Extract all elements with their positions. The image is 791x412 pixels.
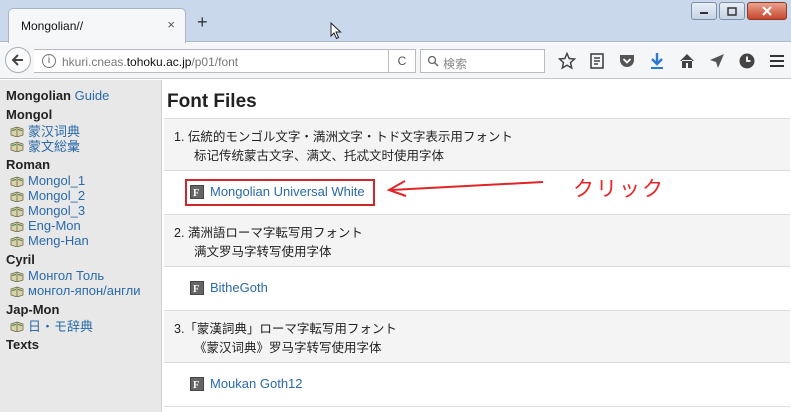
minimize-button[interactable]	[691, 2, 717, 20]
dictionary-book-icon	[10, 320, 24, 333]
sidebar-title-text: Mongolian	[6, 88, 71, 103]
description-line: 《蒙汉词典》罗马字转写使用字体	[194, 341, 382, 355]
sidebar-item-label: 蒙文総彙	[28, 139, 81, 154]
minimize-icon	[700, 12, 708, 14]
home-icon[interactable]	[677, 51, 697, 71]
description-line: 标记传统蒙古文字、满文、托忒文时使用字体	[194, 149, 445, 163]
highlight-box	[185, 179, 375, 206]
pocket-icon[interactable]	[617, 51, 637, 71]
menu-icon[interactable]	[767, 51, 787, 71]
address-bar[interactable]: i hkuri.cneas.tohoku.ac.jp/p01/font	[34, 49, 414, 73]
tab-mongolian[interactable]: Mongolian// ×	[8, 8, 186, 43]
description-line: 2. 満洲語ローマ字転写用フォント	[174, 226, 363, 240]
font-link-row: F Moukan Goth12	[164, 363, 790, 407]
reload-button[interactable]: C	[388, 49, 416, 73]
sidebar-item[interactable]: 蒙文総彙	[6, 138, 161, 154]
font-file-icon: F	[190, 280, 204, 295]
new-tab-button[interactable]: +	[197, 12, 208, 33]
search-icon	[427, 55, 439, 67]
font-description-row: 1. 伝統的モンゴル文字・満洲文字・トド文字表示用フォント标记传统蒙古文字、满文…	[164, 119, 790, 171]
callout-arrow-icon	[386, 180, 544, 197]
dictionary-book-icon	[10, 140, 24, 153]
navigation-bar: i hkuri.cneas.tohoku.ac.jp/p01/font C 検索	[0, 43, 791, 79]
tab-bar: Mongolian// × +	[0, 0, 791, 43]
toolbar-icons	[557, 51, 787, 71]
svg-text:F: F	[193, 284, 199, 295]
dictionary-book-icon	[10, 270, 24, 283]
url-path: /p01/font	[191, 55, 239, 69]
page-title: Font Files	[167, 91, 257, 112]
send-icon[interactable]	[707, 51, 727, 71]
mouse-cursor-icon	[330, 22, 342, 40]
dictionary-book-icon	[10, 235, 24, 248]
sidebar-item-label: Eng-Mon	[28, 218, 81, 233]
sidebar-item-label: Mongol_1	[28, 173, 86, 188]
sidebar-item[interactable]: монгол-япон/англи	[6, 283, 161, 298]
sidebar-item[interactable]: Mongol_3	[6, 203, 161, 218]
download-icon[interactable]	[647, 51, 667, 71]
font-table: 1. 伝統的モンゴル文字・満洲文字・トド文字表示用フォント标记传统蒙古文字、满文…	[164, 118, 790, 407]
description-line: 满文罗马字转写使用字体	[194, 245, 332, 259]
url-text: hkuri.cneas.tohoku.ac.jp/p01/font	[62, 55, 238, 69]
url-host: tohoku.ac.jp	[126, 55, 192, 69]
back-button[interactable]	[5, 47, 31, 73]
svg-text:F: F	[193, 380, 199, 391]
search-box[interactable]: 検索	[420, 49, 545, 73]
history-clock-icon[interactable]	[737, 51, 757, 71]
font-link-row: F BitheGoth	[164, 267, 790, 311]
sidebar-item-label: Монгол Толь	[28, 268, 105, 283]
dictionary-book-icon	[10, 220, 24, 233]
sidebar-heading: Cyril	[6, 252, 35, 267]
maximize-button[interactable]	[719, 2, 745, 20]
sidebar-item-label: Mongol_3	[28, 203, 86, 218]
dictionary-book-icon	[10, 175, 24, 188]
dictionary-book-icon	[10, 190, 24, 203]
info-icon[interactable]: i	[42, 54, 56, 68]
sidebar-heading: Texts	[6, 337, 39, 352]
close-icon	[762, 6, 772, 16]
font-link-label: Moukan Goth12	[210, 376, 303, 391]
sidebar-title: Mongolian Guide	[6, 88, 161, 103]
sidebar-item[interactable]: 日・モ辞典	[6, 318, 161, 334]
bookmark-star-icon[interactable]	[557, 51, 577, 71]
maximize-icon	[727, 6, 737, 16]
sidebar-item-label: монгол-япон/англи	[28, 283, 141, 298]
sidebar-item[interactable]: Eng-Mon	[6, 218, 161, 233]
sidebar-item[interactable]: Mongol_1	[6, 173, 161, 188]
dictionary-book-icon	[10, 205, 24, 218]
close-window-button[interactable]	[747, 2, 787, 20]
font-description-row: 3.「蒙漢詞典」ローマ字転写用フォント 《蒙汉词典》罗马字转写使用字体	[164, 311, 790, 363]
back-arrow-icon	[11, 54, 23, 66]
dictionary-book-icon	[10, 125, 24, 138]
font-description-row: 2. 満洲語ローマ字転写用フォント满文罗马字转写使用字体	[164, 215, 790, 267]
sidebar-item-label: Mongol_2	[28, 188, 86, 203]
font-download-link[interactable]: F BitheGoth	[190, 280, 268, 295]
main-content: Font Files 1. 伝統的モンゴル文字・満洲文字・トド文字表示用フォント…	[163, 80, 791, 412]
reading-list-icon[interactable]	[587, 51, 607, 71]
search-placeholder: 検索	[443, 57, 468, 71]
dictionary-book-icon	[10, 285, 24, 298]
sidebar-item[interactable]: Meng-Han	[6, 233, 161, 248]
close-tab-icon[interactable]: ×	[167, 17, 175, 32]
font-link-label: BitheGoth	[210, 280, 268, 295]
font-file-icon: F	[190, 376, 204, 391]
sidebar-item[interactable]: Mongol_2	[6, 188, 161, 203]
window-controls	[691, 2, 787, 20]
tab-title: Mongolian//	[21, 19, 84, 33]
browser-window: Mongolian// × + i hkuri.cneas.tohoku.ac.…	[0, 0, 791, 412]
sidebar-item-label: Meng-Han	[28, 233, 89, 248]
sidebar: Mongolian Guide Mongol 蒙汉词典 蒙文総彙 Roman Mongo…	[0, 80, 162, 412]
sidebar-heading: Roman	[6, 157, 51, 172]
sidebar-item-label: 日・モ辞典	[28, 319, 94, 334]
guide-link[interactable]: Guide	[75, 88, 110, 103]
description-line: 3.「蒙漢詞典」ローマ字転写用フォント	[174, 322, 397, 336]
font-download-link[interactable]: F Moukan Goth12	[190, 376, 303, 391]
url-host-prefix: hkuri.cneas.	[62, 55, 127, 69]
description-line: 1. 伝統的モンゴル文字・満洲文字・トド文字表示用フォント	[174, 130, 513, 144]
click-callout: クリック	[573, 178, 665, 201]
sidebar-sections: Mongol 蒙汉词典 蒙文総彙 Roman Mongol_1 Mongol_2 Mongo…	[6, 107, 161, 353]
sidebar-item[interactable]: Монгол Толь	[6, 268, 161, 283]
